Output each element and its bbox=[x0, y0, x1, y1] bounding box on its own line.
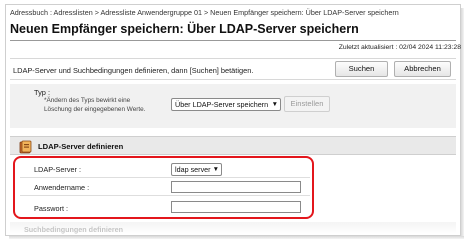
address-book-icon bbox=[19, 140, 32, 154]
window-shadow-bottom bbox=[9, 236, 464, 239]
type-change-note: *Ändern des Typs bewirkt eine Löschung d… bbox=[44, 97, 146, 113]
row-divider bbox=[20, 177, 310, 178]
ldap-section-title: LDAP-Server definieren bbox=[38, 142, 124, 151]
chevron-down-icon: ▼ bbox=[271, 101, 278, 108]
instruction-text: LDAP-Server und Suchbedingungen definier… bbox=[13, 66, 254, 75]
search-conditions-title: Suchbedingungen definieren bbox=[24, 225, 124, 234]
row-divider bbox=[20, 195, 310, 196]
password-label: Passwort : bbox=[34, 204, 69, 213]
username-input[interactable] bbox=[171, 181, 301, 193]
settings-button[interactable]: Einstellen bbox=[284, 96, 330, 112]
breadcrumb: Adressbuch : Adresslisten > Adressliste … bbox=[10, 8, 399, 17]
instruction-bar: LDAP-Server und Suchbedingungen definier… bbox=[10, 58, 456, 80]
type-select-value: Über LDAP-Server speichern bbox=[175, 100, 269, 109]
type-label: Typ : bbox=[34, 88, 51, 97]
ldap-section-header: LDAP-Server definieren bbox=[10, 136, 456, 155]
ldap-server-label: LDAP-Server : bbox=[34, 165, 82, 174]
title-divider bbox=[10, 40, 456, 41]
last-updated-timestamp: Zuletzt aktualisiert : 02/04 2024 11:23:… bbox=[338, 44, 461, 51]
ldap-server-select[interactable]: ldap server ▼ bbox=[171, 163, 222, 176]
cancel-button[interactable]: Abbrechen bbox=[394, 61, 451, 77]
search-button[interactable]: Suchen bbox=[335, 61, 388, 77]
chevron-down-icon: ▼ bbox=[212, 166, 219, 173]
username-label: Anwendername : bbox=[34, 183, 90, 192]
password-input[interactable] bbox=[171, 201, 301, 213]
window-shadow-right bbox=[461, 8, 464, 238]
type-select[interactable]: Über LDAP-Server speichern ▼ bbox=[171, 98, 281, 111]
ldap-server-value: ldap server bbox=[175, 165, 211, 174]
page-title: Neuen Empfänger speichern: Über LDAP-Ser… bbox=[10, 22, 359, 36]
